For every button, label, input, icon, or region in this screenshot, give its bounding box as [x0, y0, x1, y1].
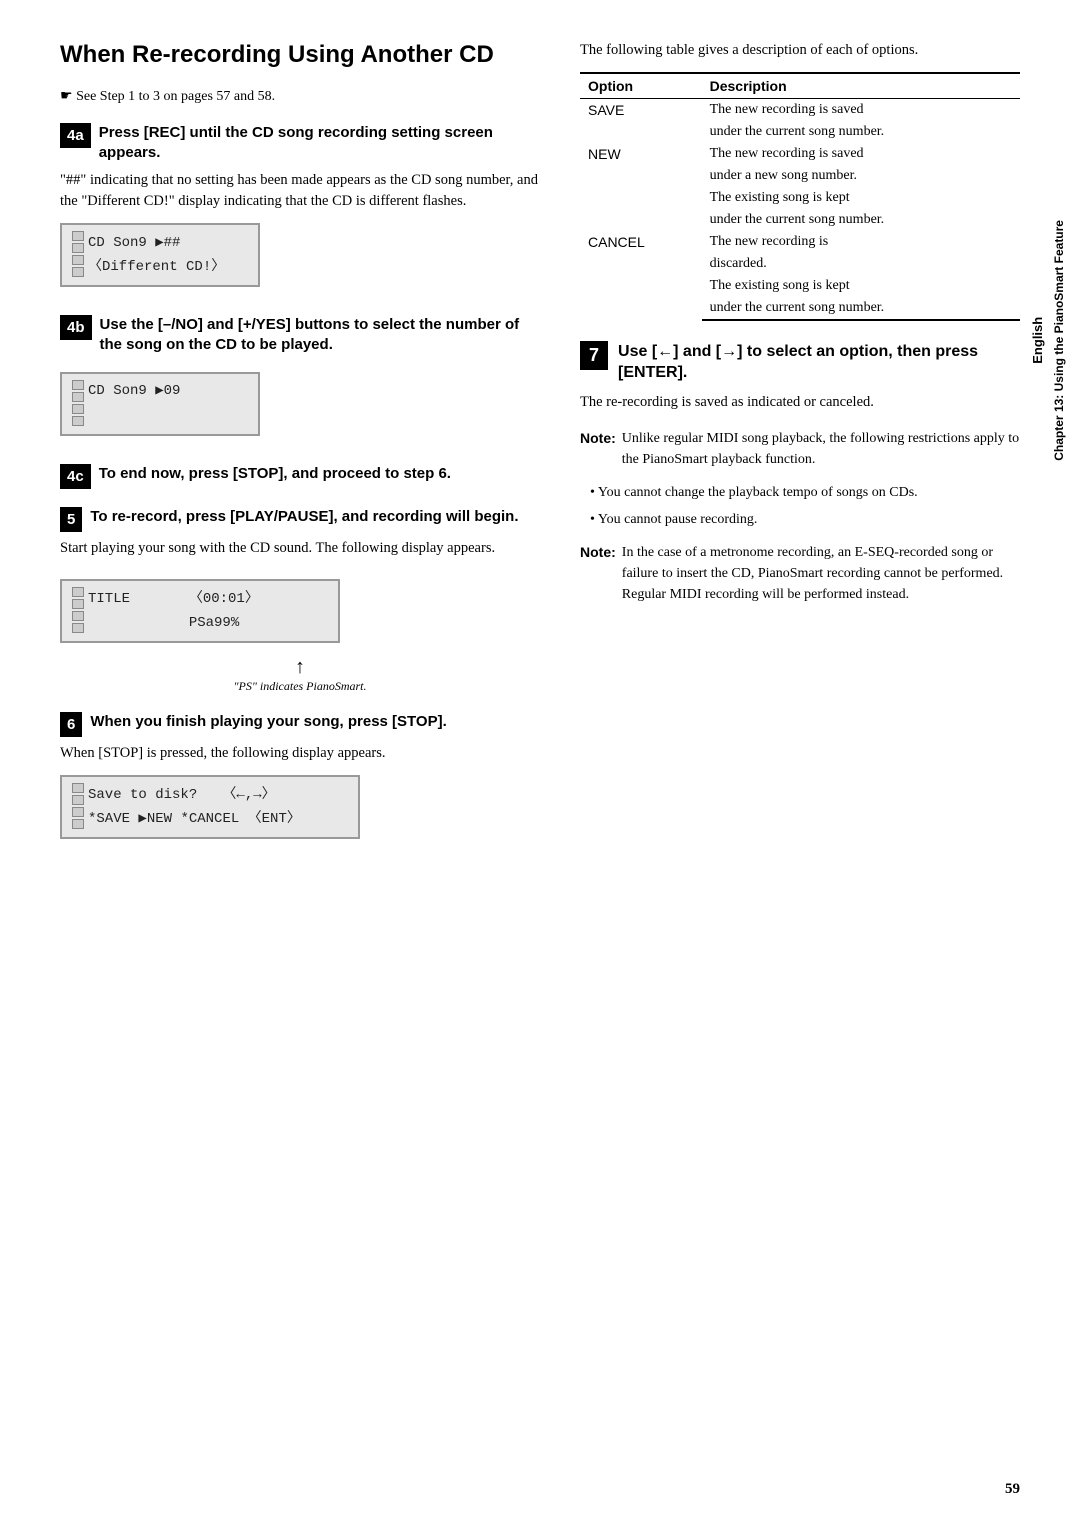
cancel-option-label: CANCEL [580, 231, 702, 320]
step-4c: 4c To end now, press [STOP], and proceed… [60, 464, 540, 489]
new-desc-2: under a new song number. [702, 165, 1020, 187]
step-5-title: To re-record, press [PLAY/PAUSE], and re… [90, 507, 518, 527]
sidebar-language: English [1029, 317, 1047, 364]
table-row-cancel: CANCEL The new recording is [580, 231, 1020, 253]
step-6-label: 6 When you finish playing your song, pre… [60, 712, 540, 737]
step-6: 6 When you finish playing your song, pre… [60, 712, 540, 849]
step-4a-label: 4a Press [REC] until the CD song recordi… [60, 123, 540, 164]
new-desc-1: The new recording is saved [702, 143, 1020, 165]
note-2-text: In the case of a metronome recording, an… [622, 542, 1020, 605]
step-4b-lcd: CD Son9 ▶09 [60, 372, 260, 436]
page-title: When Re-recording Using Another CD [60, 40, 540, 70]
cancel-desc-3: The existing song is kept [702, 275, 1020, 297]
step-4a-badge: 4a [60, 123, 91, 148]
step-6-lcd-row2: *SAVE ▶NEW *CANCEL 〈ENT〉 [88, 808, 301, 830]
step-5-lcd-row1: TITLE 〈00:01〉 [88, 588, 259, 610]
table-row-save: SAVE The new recording is saved [580, 98, 1020, 121]
step-7-title: Use [←] and [→] to select an option, the… [618, 341, 1020, 384]
step-4a-title: Press [REC] until the CD song recording … [99, 123, 540, 164]
main-content: When Re-recording Using Another CD See S… [60, 40, 1020, 863]
step-7-header: 7 Use [←] and [→] to select an option, t… [580, 341, 1020, 384]
new-option-label: NEW [580, 143, 702, 231]
bullet-list: You cannot change the playback tempo of … [580, 482, 1020, 530]
step-6-title: When you finish playing your song, press… [90, 712, 446, 732]
save-desc-1: The new recording is saved [702, 98, 1020, 121]
new-desc-3: The existing song is kept [702, 187, 1020, 209]
options-table: Option Description SAVE The new recordin… [580, 72, 1020, 321]
note-1-label: Note: [580, 428, 616, 449]
step-5-body: Start playing your song with the CD soun… [60, 538, 540, 560]
note-2-label: Note: [580, 542, 616, 563]
step-4a-body: "##" indicating that no setting has been… [60, 170, 540, 214]
note-1-text: Unlike regular MIDI song playback, the f… [622, 428, 1020, 470]
see-step-note: See Step 1 to 3 on pages 57 and 58. [60, 88, 540, 105]
step-4b: 4b Use the [–/NO] and [+/YES] buttons to… [60, 315, 540, 446]
col-option-header: Option [580, 73, 702, 99]
step-4b-lcd-row1: CD Son9 ▶09 [88, 380, 180, 402]
step-4a: 4a Press [REC] until the CD song recordi… [60, 123, 540, 297]
step-6-lcd: Save to disk? 〈←,→〉 *SAVE ▶NEW *CANCEL 〈… [60, 775, 360, 839]
page-number: 59 [1005, 1481, 1020, 1498]
step-6-badge: 6 [60, 712, 82, 737]
step-4b-label: 4b Use the [–/NO] and [+/YES] buttons to… [60, 315, 540, 356]
cancel-desc-4: under the current song number. [702, 297, 1020, 320]
new-desc-4: under the current song number. [702, 209, 1020, 231]
right-column: The following table gives a description … [580, 40, 1020, 863]
table-header-row: Option Description [580, 73, 1020, 99]
sidebar-chapter: Chapter 13: Using the PianoSmart Feature [1051, 220, 1068, 461]
table-intro: The following table gives a description … [580, 40, 1020, 62]
bullet-2: You cannot pause recording. [590, 509, 1020, 530]
save-option-label: SAVE [580, 98, 702, 143]
step-7-badge: 7 [580, 341, 608, 370]
step-4c-badge: 4c [60, 464, 91, 489]
step-4b-badge: 4b [60, 315, 92, 340]
step-4a-lcd: CD Son9 ▶## 〈Different CD!〉 [60, 223, 260, 287]
note-1: Note: Unlike regular MIDI song playback,… [580, 428, 1020, 470]
col-description-header: Description [702, 73, 1020, 99]
bullet-1: You cannot change the playback tempo of … [590, 482, 1020, 503]
step-5-lcd-row2: PSa99% [88, 612, 239, 634]
sidebar: English Chapter 13: Using the PianoSmart… [1029, 220, 1068, 461]
step-4b-lcd-row2 [88, 404, 96, 426]
save-desc-2: under the current song number. [702, 121, 1020, 143]
step-5-lcd: TITLE 〈00:01〉 PSa99% [60, 579, 340, 643]
note-2: Note: In the case of a metronome recordi… [580, 542, 1020, 605]
step-4c-title: To end now, press [STOP], and proceed to… [99, 464, 451, 484]
step-4c-label: 4c To end now, press [STOP], and proceed… [60, 464, 540, 489]
step-4a-lcd-row2: 〈Different CD!〉 [88, 256, 225, 278]
cancel-desc-2: discarded. [702, 253, 1020, 275]
left-column: When Re-recording Using Another CD See S… [60, 40, 540, 863]
step-6-body: When [STOP] is pressed, the following di… [60, 743, 540, 765]
step-5: 5 To re-record, press [PLAY/PAUSE], and … [60, 507, 540, 695]
step-5-badge: 5 [60, 507, 82, 532]
step-7-body: The re-recording is saved as indicated o… [580, 392, 1020, 414]
arrow-up-icon: ↑ [60, 657, 540, 677]
step-6-lcd-row1: Save to disk? 〈←,→〉 [88, 784, 276, 806]
step-4b-title: Use the [–/NO] and [+/YES] buttons to se… [100, 315, 540, 356]
step-4a-lcd-row1: CD Son9 ▶## [88, 232, 180, 254]
ps-caption: "PS" indicates PianoSmart. [60, 679, 540, 694]
step-5-label: 5 To re-record, press [PLAY/PAUSE], and … [60, 507, 540, 532]
cancel-desc-1: The new recording is [702, 231, 1020, 253]
page: English Chapter 13: Using the PianoSmart… [0, 0, 1080, 1528]
table-row-new: NEW The new recording is saved [580, 143, 1020, 165]
